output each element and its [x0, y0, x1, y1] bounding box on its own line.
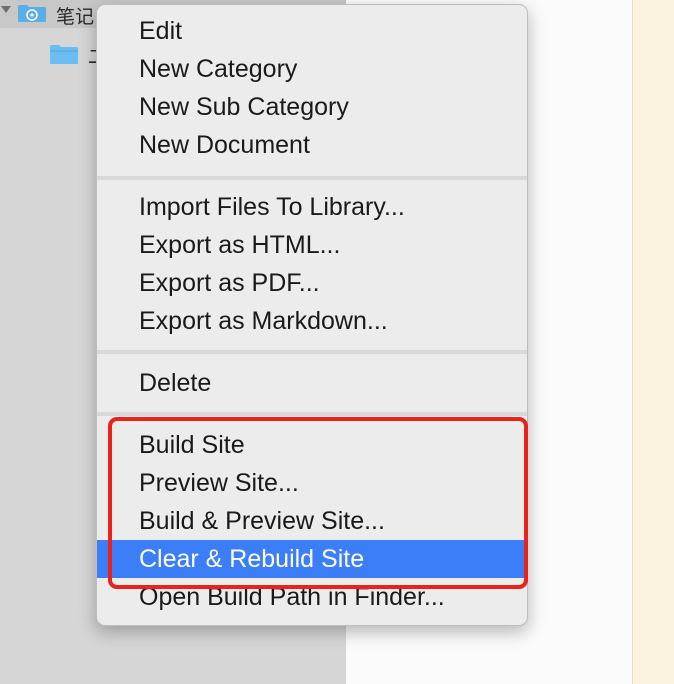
menu-item-export-markdown[interactable]: Export as Markdown...: [97, 302, 527, 340]
app-window: 笔记 二 Edit New Category New Sub Category …: [0, 0, 674, 684]
preview-pane: [633, 0, 674, 684]
menu-item-new-sub-category[interactable]: New Sub Category: [97, 88, 527, 126]
folder-icon: [50, 45, 78, 64]
menu-separator: [97, 412, 527, 416]
menu-item-import-files[interactable]: Import Files To Library...: [97, 188, 527, 226]
library-icon: [18, 5, 46, 22]
menu-item-clear-rebuild-site[interactable]: Clear & Rebuild Site: [97, 540, 527, 578]
menu-item-build-preview-site[interactable]: Build & Preview Site...: [97, 502, 527, 540]
menu-item-edit[interactable]: Edit: [97, 12, 527, 50]
menu-separator: [97, 176, 527, 180]
menu-item-delete[interactable]: Delete: [97, 364, 527, 402]
menu-item-preview-site[interactable]: Preview Site...: [97, 464, 527, 502]
disclosure-triangle-icon[interactable]: [1, 6, 11, 13]
menu-item-export-html[interactable]: Export as HTML...: [97, 226, 527, 264]
sidebar-item-label: 笔记: [56, 7, 95, 28]
menu-item-build-site[interactable]: Build Site: [97, 426, 527, 464]
context-menu: Edit New Category New Sub Category New D…: [96, 4, 528, 626]
menu-item-new-category[interactable]: New Category: [97, 50, 527, 88]
menu-item-export-pdf[interactable]: Export as PDF...: [97, 264, 527, 302]
menu-item-open-build-path[interactable]: Open Build Path in Finder...: [97, 578, 527, 616]
menu-item-new-document[interactable]: New Document: [97, 126, 527, 164]
menu-separator: [97, 350, 527, 354]
